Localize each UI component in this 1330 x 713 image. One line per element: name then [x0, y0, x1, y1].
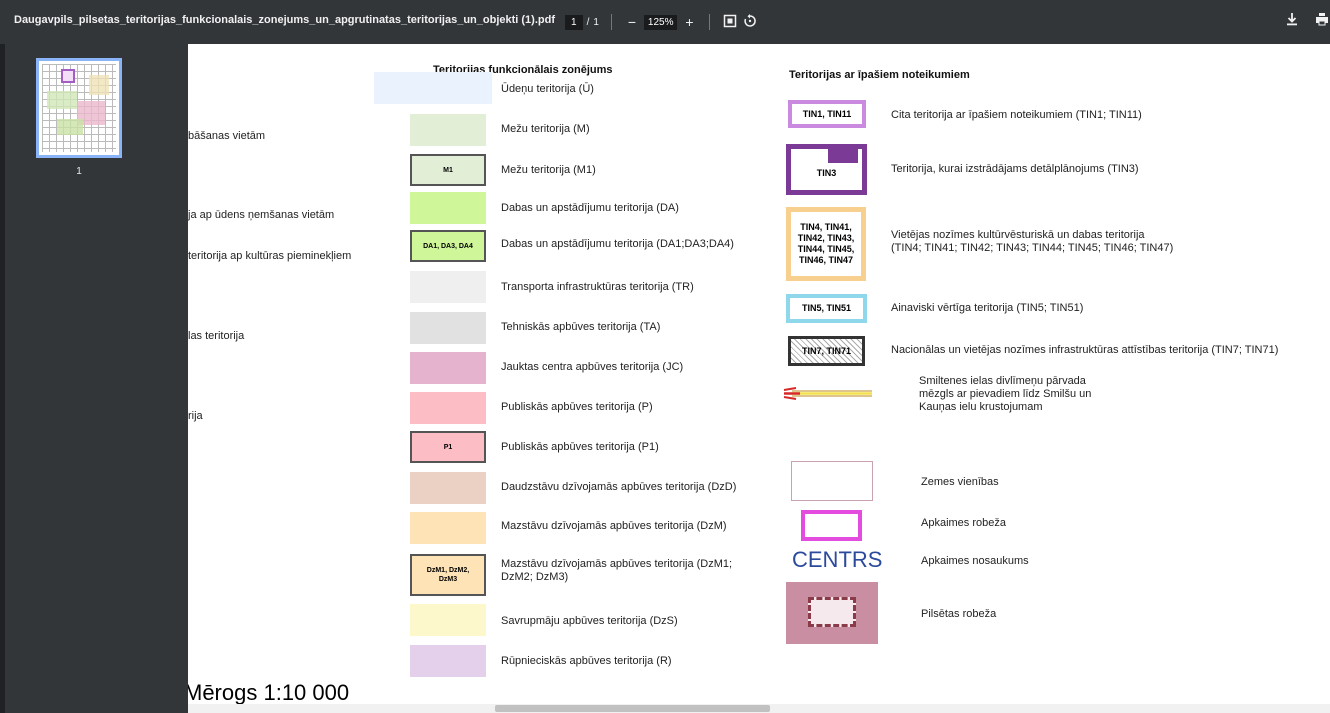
zoning-label: Dabas un apstādījumu teritorija (DA1;DA3… [501, 238, 734, 250]
tin3-code: TIN3 [816, 168, 837, 178]
zoning-swatch: DzM1, DzM2, DzM3 [410, 554, 486, 596]
zoning-swatch [410, 392, 486, 424]
neighborhood-name-sample: CENTRS [792, 547, 883, 572]
scale-label: Mērogs 1:10 000 [188, 680, 350, 705]
thumbnail-map-blob [89, 75, 109, 95]
cutoff-text: teritorija ap kultūras pieminekļiem [188, 250, 352, 262]
pdf-page: bāšanas vietām ja ap ūdens ņemšanas viet… [188, 44, 1330, 713]
cutoff-text: ja ap ūdens ņemšanas vietām [188, 209, 335, 221]
print-icon[interactable] [1314, 12, 1330, 29]
zoning-label: Mazstāvu dzīvojamās apbūves teritorija (… [501, 558, 733, 583]
toolbar-divider [610, 14, 612, 30]
rotate-icon[interactable] [742, 13, 758, 31]
thumbnail-map-blob [47, 91, 77, 109]
zoning-swatch [410, 271, 486, 303]
tin7-label: Nacionālas un vietējas nozīmes infrastru… [891, 344, 1279, 356]
tin5-swatch: TIN5, TIN51 [786, 294, 867, 323]
zoning-swatch [410, 472, 486, 504]
overpass-line3: Kauņas ielu krustojumam [919, 401, 1043, 413]
tin5-code: TIN5, TIN51 [801, 303, 851, 313]
neighborhood-border-label: Apkaimes robeža [921, 517, 1006, 529]
tin4-label-line2: (TIN4; TIN41; TIN42; TIN43; TIN44; TIN45… [891, 242, 1174, 254]
tin3-shape [828, 149, 858, 163]
tin1-code: TIN1, TIN11 [802, 108, 852, 119]
zoning-swatch [410, 312, 486, 344]
zoning-label: Mežu teritorija (M) [501, 123, 590, 135]
neighborhood-border-swatch [801, 510, 862, 541]
zoning-label: Daudzstāvu dzīvojamās apbūves teritorija… [501, 481, 737, 493]
zoning-label: Dabas un apstādījumu teritorija (DA) [501, 202, 679, 214]
zoning-swatch: M1 [410, 154, 486, 186]
horizontal-scrollbar[interactable] [188, 704, 1330, 713]
pdf-toolbar: Daugavpils_pilsetas_teritorijas_funkcion… [0, 0, 1330, 44]
overpass-line-icon [783, 387, 872, 400]
tin7-code: TIN7, TIN71 [801, 345, 851, 356]
page-separator: / [586, 16, 590, 28]
zoning-swatch [374, 72, 492, 104]
zoning-label: Publiskās apbūves teritorija (P) [501, 401, 653, 413]
thumbnail-page-number: 1 [76, 166, 82, 177]
fit-page-icon[interactable] [722, 14, 738, 31]
page-thumbnail[interactable] [36, 58, 122, 158]
tin4-swatch: TIN4, TIN41, TIN42, TIN43, TIN44, TIN45,… [786, 207, 866, 281]
zoning-code: DzM1, DzM2, DzM3 [426, 567, 470, 583]
special-heading: Teritorijas ar īpašiem noteikumiem [789, 69, 970, 81]
page-number-input[interactable]: 1 [565, 14, 583, 30]
zoning-swatch [410, 512, 486, 544]
zoning-swatch: DA1, DA3, DA4 [410, 230, 486, 262]
zoning-label: Mazstāvu dzīvojamās apbūves teritorija (… [501, 520, 727, 532]
document-title: Daugavpils_pilsetas_teritorijas_funkcion… [14, 14, 555, 26]
overpass-line1: Smiltenes ielas divlīmeņu pārvada [919, 375, 1086, 387]
zoning-swatch [410, 352, 486, 384]
zoom-out-button[interactable]: − [624, 14, 640, 30]
tin4-code: TIN4, TIN41, TIN42, TIN43, TIN44, TIN45,… [797, 222, 855, 265]
zoning-label: Jauktas centra apbūves teritorija (JC) [501, 361, 684, 373]
zoning-code: M1 [443, 166, 453, 174]
zoning-swatch [410, 645, 486, 677]
zoning-label: Transporta infrastruktūras teritorija (T… [501, 281, 694, 293]
thumbnail-sidebar: 1 [0, 44, 188, 713]
cutoff-text: las teritorija [188, 330, 245, 342]
zoning-code: P1 [443, 443, 453, 451]
tin1-swatch: TIN1, TIN11 [788, 100, 866, 128]
tin7-swatch: TIN7, TIN71 [788, 336, 865, 366]
zoning-label: Publiskās apbūves teritorija (P1) [501, 441, 659, 453]
tin5-label: Ainaviski vērtīga teritorija (TIN5; TIN5… [891, 302, 1084, 314]
thumbnail-map-blob [61, 69, 75, 83]
page-total: 1 [593, 16, 599, 28]
zoom-input[interactable]: 125% [643, 14, 678, 30]
toolbar-divider [709, 14, 711, 30]
zoning-swatch [410, 604, 486, 636]
tin3-swatch: TIN3 [786, 144, 867, 195]
tin4-label-line1: Vietējas nozīmes kultūrvēsturiskā un dab… [891, 229, 1145, 241]
land-units-label: Zemes vienības [921, 476, 999, 488]
scrollbar-thumb[interactable] [495, 705, 770, 712]
city-border-label: Pilsētas robeža [921, 608, 997, 620]
page-controls: 1 / 1 − 125% + [565, 13, 758, 31]
zoning-swatch: P1 [410, 431, 486, 463]
land-units-swatch [791, 461, 873, 501]
tin3-label: Teritorija, kurai izstrādājams detālplān… [891, 163, 1139, 175]
zoning-label: Rūpnieciskās apbūves teritorija (R) [501, 655, 672, 667]
zoning-label: Mežu teritorija (M1) [501, 164, 596, 176]
zoning-swatch [410, 114, 486, 146]
tin1-label: Cita teritorija ar īpašiem noteikumiem (… [891, 109, 1142, 121]
download-icon[interactable] [1284, 12, 1300, 29]
zoning-label: Savrupmāju apbūves teritorija (DzS) [501, 615, 678, 627]
right-tools [1284, 12, 1330, 29]
sidebar-edge [0, 44, 5, 713]
zoning-label: Tehniskās apbūves teritorija (TA) [501, 321, 661, 333]
city-border-swatch [786, 582, 878, 644]
zoom-in-button[interactable]: + [681, 14, 697, 30]
overpass-line2: mēzgls ar pievadiem līdz Smilšu un [919, 388, 1092, 400]
thumbnail-map-blob [57, 119, 83, 135]
cutoff-text: rija [188, 410, 203, 422]
neighborhood-name-label: Apkaimes nosaukums [921, 555, 1029, 567]
zoning-swatch [410, 192, 486, 224]
city-border-dash [808, 597, 856, 627]
cutoff-text: bāšanas vietām [188, 130, 266, 142]
zoning-code: DA1, DA3, DA4 [423, 242, 473, 250]
zoning-label: Ūdeņu teritorija (Ū) [501, 83, 594, 95]
